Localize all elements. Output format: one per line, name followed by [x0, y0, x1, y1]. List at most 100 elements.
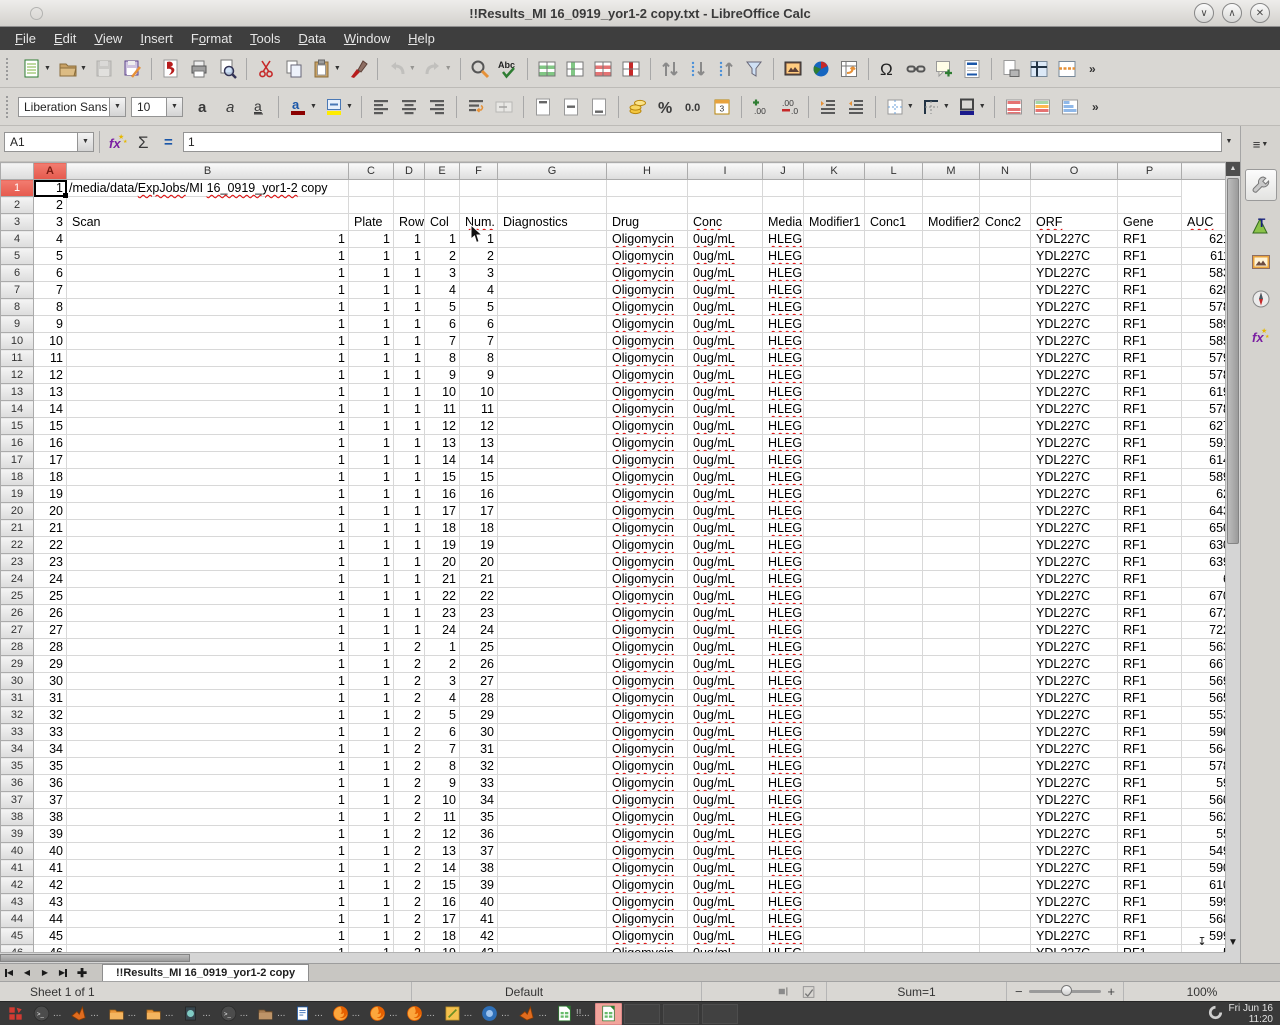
cell[interactable] — [804, 265, 865, 282]
cell[interactable]: 3 — [425, 265, 460, 282]
row-header-12[interactable]: 12 — [1, 367, 34, 384]
cell[interactable] — [923, 418, 980, 435]
cell[interactable]: 30 — [460, 724, 498, 741]
cell[interactable]: 39 — [34, 826, 67, 843]
cell[interactable] — [923, 316, 980, 333]
cell[interactable]: 1 — [67, 928, 349, 945]
cell[interactable] — [865, 707, 923, 724]
cell[interactable]: RF1 — [1118, 333, 1182, 350]
cell[interactable]: 11 — [425, 809, 460, 826]
field-header-cell[interactable]: Col — [425, 214, 460, 231]
cell[interactable] — [923, 860, 980, 877]
row-header-19[interactable]: 19 — [1, 486, 34, 503]
cell[interactable]: YDL227C — [1031, 758, 1118, 775]
field-header-cell[interactable]: Drug — [607, 214, 688, 231]
cell[interactable]: RF1 — [1118, 469, 1182, 486]
cell[interactable]: 628 — [1182, 282, 1226, 299]
cell[interactable]: 5 — [34, 248, 67, 265]
cell[interactable]: YDL227C — [1031, 384, 1118, 401]
cell[interactable]: HLEG — [763, 435, 804, 452]
cell[interactable]: 2 — [394, 690, 425, 707]
row-header-13[interactable]: 13 — [1, 384, 34, 401]
row-header-22[interactable]: 22 — [1, 537, 34, 554]
row-header-3[interactable]: 3 — [1, 214, 34, 231]
cell[interactable]: 40 — [34, 843, 67, 860]
cell[interactable]: 0ug/mL — [688, 656, 763, 673]
cell[interactable]: Oligomycin — [607, 316, 688, 333]
cell[interactable]: 585 — [1182, 333, 1226, 350]
cell[interactable] — [498, 741, 607, 758]
cell[interactable]: 4 — [425, 282, 460, 299]
cell[interactable] — [865, 911, 923, 928]
cell[interactable]: 1 — [349, 350, 394, 367]
cell[interactable]: 0ug/mL — [688, 724, 763, 741]
cell[interactable]: 0ug/mL — [688, 809, 763, 826]
taskbar-item-file-manager[interactable]: ... — [141, 1003, 177, 1025]
field-header-cell[interactable]: Modifier1 — [804, 214, 865, 231]
cell[interactable] — [804, 656, 865, 673]
cell[interactable]: HLEG — [763, 520, 804, 537]
cell[interactable]: HLEG — [763, 928, 804, 945]
cell[interactable] — [804, 588, 865, 605]
cell[interactable] — [498, 724, 607, 741]
cell[interactable]: 1 — [67, 911, 349, 928]
styles-deck-icon[interactable]: T — [1247, 212, 1275, 238]
align-top-icon[interactable] — [529, 92, 557, 122]
cell[interactable]: 2 — [394, 809, 425, 826]
cell[interactable] — [865, 367, 923, 384]
sort-descending-icon[interactable] — [712, 54, 740, 84]
cell[interactable]: YDL227C — [1031, 503, 1118, 520]
cell[interactable]: 1 — [67, 265, 349, 282]
cell[interactable] — [923, 248, 980, 265]
cell[interactable] — [804, 316, 865, 333]
cell[interactable] — [865, 435, 923, 452]
cell[interactable]: Oligomycin — [607, 741, 688, 758]
cell[interactable] — [1118, 180, 1182, 197]
cell[interactable]: 1 — [349, 299, 394, 316]
cell[interactable]: 0ug/mL — [688, 554, 763, 571]
decrease-indent-icon[interactable] — [842, 92, 870, 122]
cell[interactable] — [980, 775, 1031, 792]
sum-icon[interactable]: Σ — [131, 130, 157, 154]
cell[interactable]: RF1 — [1118, 554, 1182, 571]
cell[interactable]: 563 — [1182, 639, 1226, 656]
cell[interactable]: 26 — [460, 656, 498, 673]
cell[interactable]: Oligomycin — [607, 639, 688, 656]
cell[interactable]: 20 — [34, 503, 67, 520]
insert-rows-icon[interactable] — [533, 54, 561, 84]
cell[interactable]: 0ug/mL — [688, 673, 763, 690]
cell[interactable]: 4 — [34, 231, 67, 248]
cell[interactable]: 9 — [460, 367, 498, 384]
cell[interactable]: YDL227C — [1031, 350, 1118, 367]
cell[interactable]: Oligomycin — [607, 809, 688, 826]
cell[interactable] — [865, 384, 923, 401]
cell[interactable]: 6 — [425, 724, 460, 741]
corner-header[interactable] — [1, 163, 34, 180]
cell[interactable]: Oligomycin — [607, 826, 688, 843]
cell[interactable] — [804, 418, 865, 435]
cell[interactable] — [923, 299, 980, 316]
cell[interactable]: RF1 — [1118, 231, 1182, 248]
cell[interactable]: 2 — [394, 724, 425, 741]
cell[interactable] — [923, 401, 980, 418]
cell[interactable] — [804, 605, 865, 622]
cell[interactable]: YDL227C — [1031, 741, 1118, 758]
conditional-red-icon[interactable] — [1000, 92, 1028, 122]
cell[interactable]: 1 — [349, 877, 394, 894]
functions-deck-icon[interactable]: fx★★ — [1247, 323, 1275, 349]
cell[interactable]: 1 — [67, 639, 349, 656]
cell[interactable] — [804, 843, 865, 860]
cell[interactable]: RF1 — [1118, 486, 1182, 503]
cell[interactable]: YDL227C — [1031, 537, 1118, 554]
cell[interactable]: YDL227C — [1031, 826, 1118, 843]
cell[interactable]: 0ug/mL — [688, 486, 763, 503]
cell[interactable]: 589 — [1182, 316, 1226, 333]
copy-icon[interactable] — [280, 54, 308, 84]
cell[interactable] — [923, 503, 980, 520]
cell[interactable]: Oligomycin — [607, 605, 688, 622]
cell[interactable]: 0ug/mL — [688, 605, 763, 622]
cell[interactable] — [804, 333, 865, 350]
field-header-cell[interactable]: Plate — [349, 214, 394, 231]
bold-icon[interactable]: a — [189, 92, 217, 122]
cell[interactable]: 578 — [1182, 401, 1226, 418]
